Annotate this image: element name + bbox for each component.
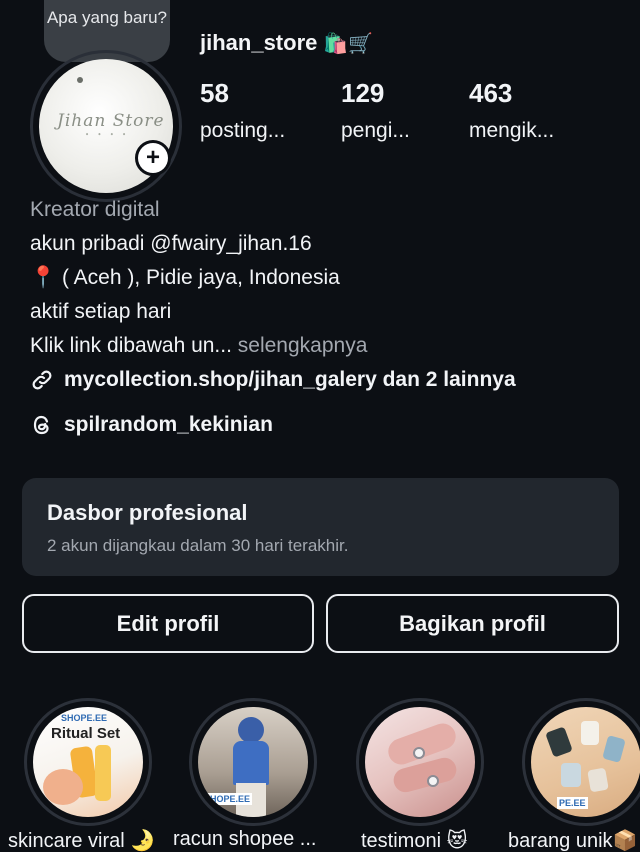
- avatar-logo: Jihan Store • • • •: [57, 111, 165, 139]
- highlight-cover-image: SHOPE.EE: [198, 707, 308, 817]
- dashboard-subtitle: 2 akun dijangkau dalam 30 hari terakhir.: [47, 536, 349, 555]
- highlight-skincare[interactable]: SHOPE.EE Ritual Set: [24, 698, 152, 826]
- bio-line-truncated: Klik link dibawah un... selengkapnya: [30, 329, 620, 363]
- stat-followers-label: pengi...: [341, 119, 410, 142]
- bio-link-text: mycollection.shop/jihan_galery dan 2 lai…: [64, 368, 516, 391]
- shopping-emoji-icon: 🛍️🛒: [323, 32, 374, 55]
- highlight-racun-shopee[interactable]: SHOPE.EE: [189, 698, 317, 826]
- stat-posts-value: 58: [200, 78, 229, 108]
- profile-bio: Kreator digital akun pribadi @fwairy_jih…: [30, 193, 620, 397]
- avatar-logo-dot: [77, 77, 83, 83]
- edit-profile-button[interactable]: Edit profil: [22, 594, 314, 653]
- threads-link[interactable]: spilrandom_kekinian: [30, 413, 273, 437]
- threads-username: spilrandom_kekinian: [64, 413, 273, 436]
- professional-dashboard-card[interactable]: Dasbor profesional 2 akun dijangkau dala…: [22, 478, 619, 576]
- username-text: jihan_store: [200, 30, 318, 55]
- link-icon: [32, 370, 52, 390]
- highlight-label: barang unik📦: [508, 830, 638, 852]
- highlight-label: racun shopee ...: [173, 828, 317, 850]
- dashboard-title: Dasbor profesional: [47, 500, 248, 525]
- bio-link[interactable]: mycollection.shop/jihan_galery dan 2 lai…: [30, 363, 620, 397]
- bio-more-link[interactable]: selengkapnya: [232, 334, 368, 357]
- highlight-label: skincare viral 🌛: [8, 830, 156, 852]
- bio-line: 📍 ( Aceh ), Pidie jaya, Indonesia: [30, 266, 340, 289]
- stat-posts[interactable]: 58 posting...: [200, 78, 285, 143]
- highlight-badge: PE.EE: [557, 797, 588, 809]
- highlight-badge: SHOPE.EE: [61, 713, 108, 723]
- highlight-badge: SHOPE.EE: [202, 793, 253, 805]
- highlight-cover-image: PE.EE: [531, 707, 640, 817]
- stat-following-value: 463: [469, 78, 513, 108]
- highlight-barang-unik[interactable]: PE.EE: [522, 698, 640, 826]
- plus-icon: +: [138, 143, 168, 173]
- bio-category: Kreator digital: [30, 198, 160, 221]
- highlight-cover-image: SHOPE.EE Ritual Set: [33, 707, 143, 817]
- bio-line: akun pribadi @fwairy_jihan.16: [30, 232, 312, 255]
- stat-posts-label: posting...: [200, 119, 286, 142]
- stat-following-label: mengik...: [469, 119, 555, 142]
- add-story-button[interactable]: +: [135, 140, 171, 176]
- highlight-cover-title: Ritual Set: [51, 725, 121, 742]
- highlight-label: testimoni 😻: [361, 830, 468, 852]
- stat-following[interactable]: 463 mengik...: [469, 78, 554, 143]
- stat-followers-value: 129: [341, 78, 385, 108]
- highlight-testimoni[interactable]: [356, 698, 484, 826]
- bio-line: aktif setiap hari: [30, 300, 172, 323]
- highlight-cover-image: [365, 707, 475, 817]
- threads-icon: [33, 415, 49, 435]
- profile-username: jihan_store 🛍️🛒: [200, 30, 373, 56]
- profile-avatar[interactable]: Jihan Store • • • •: [30, 50, 182, 202]
- story-note-text: Apa yang baru?: [46, 8, 168, 27]
- share-profile-button[interactable]: Bagikan profil: [326, 594, 619, 653]
- bio-truncated-text: Klik link dibawah un...: [30, 334, 232, 357]
- stat-followers[interactable]: 129 pengi...: [341, 78, 410, 143]
